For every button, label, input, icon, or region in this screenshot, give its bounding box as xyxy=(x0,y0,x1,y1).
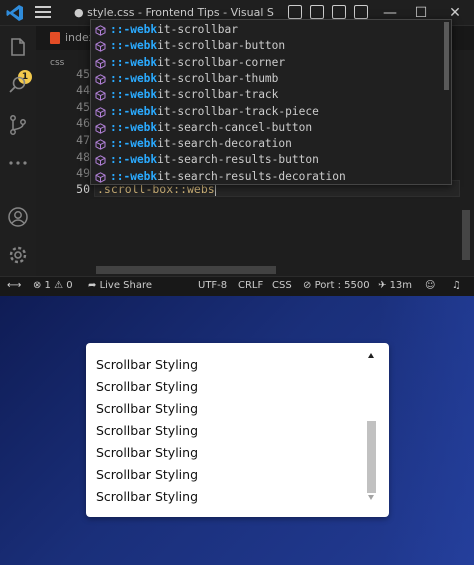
browser-preview: Scrollbar Styling Scrollbar Styling Scro… xyxy=(0,296,474,565)
line-number-current: 50 xyxy=(76,182,90,196)
line-number: 45 xyxy=(76,100,90,114)
list-item: Scrollbar Styling xyxy=(96,445,199,460)
encoding-indicator[interactable]: UTF-8 xyxy=(198,280,227,291)
timer-indicator[interactable]: ✈ 13m xyxy=(378,280,412,291)
vscode-window: ● style.css - Frontend Tips - Visual Stu… xyxy=(0,0,474,296)
scroll-down-arrow-icon[interactable] xyxy=(368,495,374,500)
live-share-icon: ➦ xyxy=(88,280,100,291)
property-cube-icon xyxy=(95,41,106,53)
status-bar: ⟷ ⊗ 1 ⚠ 0 ➦ Live Share UTF-8 CRLF CSS ⊘ … xyxy=(0,276,474,296)
suggestion-item[interactable]: ::-webkit-scrollbar-thumb xyxy=(91,71,443,88)
suggestion-item[interactable]: ::-webkit-search-cancel-button xyxy=(91,120,443,137)
suggestion-item[interactable]: ::-webkit-scrollbar xyxy=(91,22,443,39)
suggestion-item[interactable]: ::-webkit-search-decoration xyxy=(91,136,443,153)
customize-layout-icon[interactable] xyxy=(354,5,368,19)
editor-horizontal-scrollbar[interactable] xyxy=(96,266,276,274)
list-item: Scrollbar Styling xyxy=(96,357,199,372)
list-item: Scrollbar Styling xyxy=(96,467,199,482)
editor-vertical-scrollbar[interactable] xyxy=(462,210,470,260)
vscode-logo-icon xyxy=(6,5,23,21)
suggestion-item[interactable]: ::-webkit-search-results-button xyxy=(91,152,443,169)
port-icon: ⊘ xyxy=(303,280,315,291)
activity-bar: 1 xyxy=(0,26,36,276)
scrollbar-thumb[interactable] xyxy=(367,421,376,493)
suggestion-item[interactable]: ::-webkit-search-results-decoration xyxy=(91,169,443,186)
line-number: 44 xyxy=(76,83,90,97)
list-item: Scrollbar Styling xyxy=(96,379,199,394)
property-cube-icon xyxy=(95,106,106,118)
html-file-icon xyxy=(50,32,60,44)
search-icon[interactable] xyxy=(7,74,29,96)
scroll-box-scrollbar[interactable] xyxy=(366,353,377,503)
live-share-button[interactable]: ➦ Live Share xyxy=(88,280,152,291)
menu-icon[interactable] xyxy=(35,6,51,20)
source-control-icon[interactable] xyxy=(7,114,29,136)
property-cube-icon xyxy=(95,123,106,134)
property-cube-icon xyxy=(95,139,106,150)
accounts-icon[interactable] xyxy=(7,206,29,228)
window-title: ● style.css - Frontend Tips - Visual Stu… xyxy=(74,6,274,19)
language-mode[interactable]: CSS xyxy=(272,280,292,291)
background-gradient xyxy=(380,296,474,565)
suggestion-item[interactable]: ::-webkit-scrollbar-corner xyxy=(91,55,443,72)
property-cube-icon xyxy=(95,171,106,183)
rocket-icon: ✈ xyxy=(378,280,390,291)
line-number: 45 xyxy=(76,67,90,81)
problems-indicator[interactable]: ⊗ 1 ⚠ 0 xyxy=(33,280,73,291)
remote-indicator[interactable]: ⟷ xyxy=(7,280,21,291)
list-item: Scrollbar Styling xyxy=(96,489,199,504)
toggle-primary-sidebar-icon[interactable] xyxy=(288,5,302,19)
list-item: Scrollbar Styling xyxy=(96,423,199,438)
property-cube-icon xyxy=(95,57,106,69)
line-number: 48 xyxy=(76,150,90,164)
settings-gear-icon[interactable] xyxy=(7,244,29,266)
autocomplete-suggestions: ::-webkit-scrollbar::-webkit-scrollbar-b… xyxy=(90,19,452,185)
notifications-bell-icon[interactable]: ♫ xyxy=(452,280,461,291)
feedback-icon[interactable]: ☺ xyxy=(425,280,435,291)
toggle-panel-icon[interactable] xyxy=(310,5,324,19)
suggestion-item[interactable]: ::-webkit-scrollbar-track-piece xyxy=(91,104,443,121)
explorer-icon[interactable] xyxy=(7,36,29,58)
more-icon[interactable] xyxy=(7,152,29,174)
scroll-up-arrow-icon[interactable] xyxy=(368,353,374,358)
property-cube-icon xyxy=(95,155,106,167)
toggle-secondary-sidebar-icon[interactable] xyxy=(332,5,346,19)
line-number: 47 xyxy=(76,133,90,147)
go-live-button[interactable]: ⊘ Port : 5500 xyxy=(303,280,370,291)
suggestion-item[interactable]: ::-webkit-scrollbar-track xyxy=(91,87,443,104)
scroll-box[interactable]: Scrollbar Styling Scrollbar Styling Scro… xyxy=(86,343,389,517)
line-number: 49 xyxy=(76,166,90,180)
property-cube-icon xyxy=(95,90,106,101)
property-cube-icon xyxy=(95,74,106,85)
suggestions-scrollbar[interactable] xyxy=(444,22,449,90)
eol-indicator[interactable]: CRLF xyxy=(238,280,263,291)
line-number: 46 xyxy=(76,116,90,130)
property-cube-icon xyxy=(95,25,106,36)
list-item: Scrollbar Styling xyxy=(96,401,199,416)
file-type-label: css xyxy=(50,58,65,68)
suggestion-item[interactable]: ::-webkit-scrollbar-button xyxy=(91,38,443,55)
